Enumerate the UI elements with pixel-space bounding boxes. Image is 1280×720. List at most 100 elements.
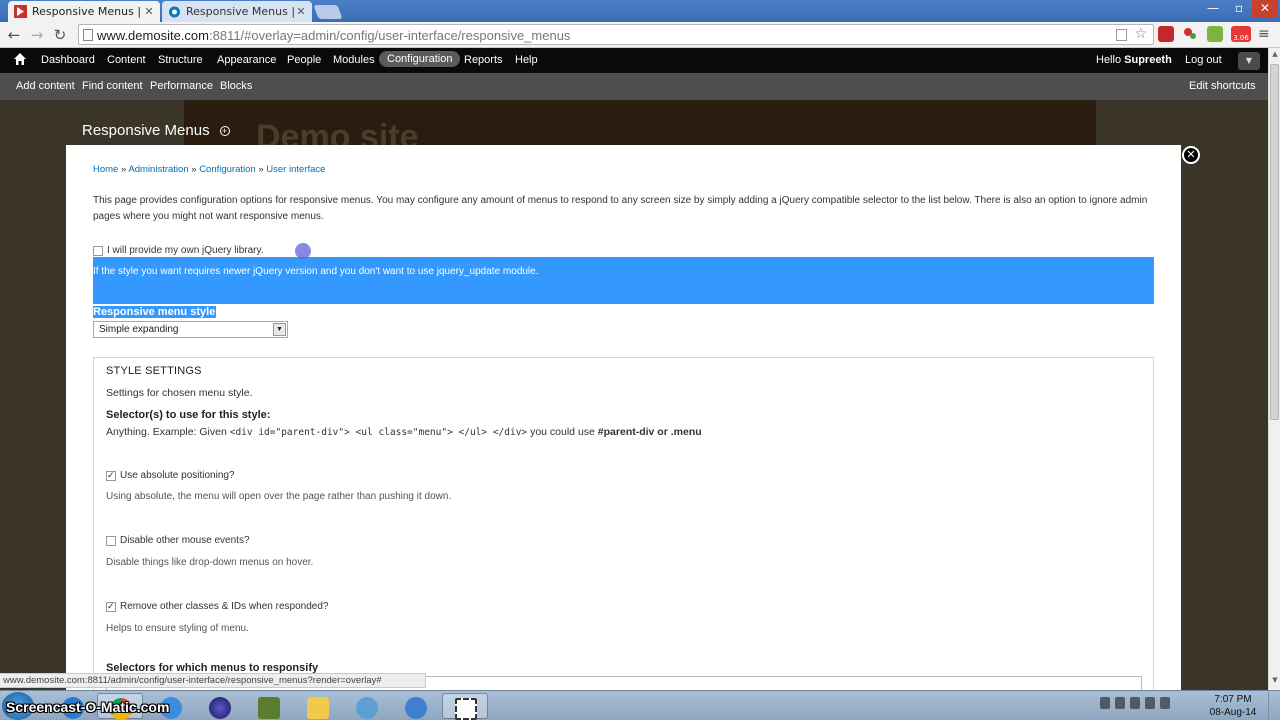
address-bar[interactable]: www.demosite.com:8811/#overlay=admin/con… — [78, 24, 1154, 45]
breadcrumb-user-interface[interactable]: User interface — [266, 164, 325, 175]
username[interactable]: Supreeth — [1124, 54, 1172, 66]
dropdown-arrow-icon[interactable]: ▼ — [273, 323, 286, 336]
breadcrumb-home[interactable]: Home — [93, 164, 118, 175]
link-status-bubble: www.demosite.com:8811/admin/config/user-… — [0, 673, 426, 688]
disable-mouse-events-label: Disable other mouse events? — [120, 535, 250, 546]
remove-classes-checkbox[interactable] — [106, 601, 116, 612]
taskbar-app[interactable] — [197, 693, 243, 719]
browser-tab-title: Responsive Menus | Drupal.org — [186, 5, 296, 18]
style-settings-legend: STYLE SETTINGS — [106, 365, 202, 377]
drupal-favicon-icon — [14, 5, 27, 18]
tray-arrow-icon[interactable] — [1100, 697, 1110, 709]
menu-style-select[interactable]: Simple expanding ▼ — [93, 321, 288, 338]
screencast-watermark: Screencast-O-Matic.com — [6, 699, 170, 715]
screen-capture-icon — [455, 698, 477, 720]
own-jquery-checkbox[interactable] — [93, 245, 103, 256]
shortcut-blocks[interactable]: Blocks — [220, 80, 252, 92]
taskbar-app[interactable] — [442, 693, 488, 720]
admin-menu-content[interactable]: Content — [107, 54, 146, 66]
browser-tab-title: Responsive Menus | Demo site — [32, 5, 144, 18]
taskbar-app[interactable] — [295, 693, 341, 719]
shortcut-find-content[interactable]: Find content — [82, 80, 143, 92]
clock-time: 7:07 PM — [1214, 694, 1252, 705]
selector-code-example: <div id="parent-div"> <ul class="menu"> … — [229, 427, 528, 438]
system-tray[interactable] — [1100, 697, 1200, 715]
admin-menu-configuration[interactable]: Configuration — [379, 51, 461, 67]
browser-tab-strip: Responsive Menus | Demo site ✕ Responsiv… — [0, 0, 1280, 22]
reload-icon[interactable]: ↻ — [50, 25, 70, 45]
shortcut-performance[interactable]: Performance — [150, 80, 213, 92]
admin-menu-appearance[interactable]: Appearance — [217, 54, 276, 66]
tool-icon — [258, 697, 280, 719]
new-tab-button[interactable] — [313, 5, 343, 19]
selector-label: Selector(s) to use for this style: — [106, 409, 271, 421]
absolute-positioning-label: Use absolute positioning? — [120, 470, 235, 481]
tray-flag-icon[interactable] — [1115, 697, 1125, 709]
tray-power-icon[interactable] — [1130, 697, 1140, 709]
menu-icon[interactable]: ≡ — [1258, 26, 1274, 42]
admin-menu-reports[interactable]: Reports — [464, 54, 503, 66]
remove-classes-description: Helps to ensure styling of menu. — [106, 623, 249, 634]
taskbar-app[interactable] — [246, 693, 292, 719]
admin-menu-help[interactable]: Help — [515, 54, 538, 66]
admin-menu-dashboard[interactable]: Dashboard — [41, 54, 95, 66]
scroll-down-arrow-icon[interactable]: ▼ — [1270, 676, 1280, 688]
absolute-positioning-row[interactable]: Use absolute positioning? — [106, 470, 235, 481]
shortcut-add-content[interactable]: Add content — [16, 80, 75, 92]
scroll-up-arrow-icon[interactable]: ▲ — [1270, 50, 1280, 62]
admin-toolbar: Dashboard Content Structure Appearance P… — [0, 48, 1268, 73]
admin-menu-modules[interactable]: Modules — [333, 54, 375, 66]
admin-menu-structure[interactable]: Structure — [158, 54, 203, 66]
shortcuts-bar: Add content Find content Performance Blo… — [0, 73, 1268, 100]
tray-volume-icon[interactable] — [1160, 697, 1170, 709]
overlay-panel: Home » Administration » Configuration » … — [66, 145, 1181, 690]
breadcrumb-administration[interactable]: Administration — [128, 164, 188, 175]
own-jquery-checkbox-row[interactable]: I will provide my own jQuery library. — [93, 245, 264, 256]
close-tab-icon[interactable]: ✕ — [296, 5, 306, 18]
folder-icon — [307, 697, 329, 719]
own-jquery-label: I will provide my own jQuery library. — [107, 245, 264, 256]
page-scrollbar[interactable]: ▲ ▼ — [1268, 48, 1280, 690]
minimize-button[interactable]: — — [1200, 0, 1226, 18]
forward-arrow-icon[interactable]: → — [27, 25, 47, 45]
remove-classes-row[interactable]: Remove other classes & IDs when responde… — [106, 601, 328, 612]
admin-menu-people[interactable]: People — [287, 54, 321, 66]
scrollbar-thumb[interactable] — [1270, 64, 1279, 420]
show-desktop-button[interactable] — [1268, 692, 1280, 720]
edit-shortcuts-link[interactable]: Edit shortcuts — [1189, 80, 1256, 92]
disable-mouse-events-checkbox[interactable] — [106, 535, 116, 546]
style-settings-intro: Settings for chosen menu style. — [106, 387, 253, 399]
clock-date: 08-Aug-14 — [1209, 707, 1257, 718]
taskbar-clock[interactable]: 7:07 PM 08-Aug-14 — [1204, 693, 1262, 719]
absolute-positioning-checkbox[interactable] — [106, 470, 116, 481]
taskbar-app[interactable] — [393, 693, 439, 719]
bookmark-star-icon[interactable]: ☆ — [1134, 26, 1147, 42]
menu-style-value: Simple expanding — [99, 324, 179, 335]
extension-icon[interactable] — [1207, 26, 1223, 42]
taskbar-app[interactable] — [344, 693, 390, 719]
page-action-icon[interactable] — [1116, 29, 1127, 41]
breadcrumb-configuration[interactable]: Configuration — [199, 164, 256, 175]
address-url: www.demosite.com:8811/#overlay=admin/con… — [97, 28, 571, 43]
disable-mouse-events-row[interactable]: Disable other mouse events? — [106, 535, 250, 546]
extension-dots-icon[interactable] — [1182, 26, 1198, 42]
disable-mouse-events-description: Disable things like drop-down menus on h… — [106, 557, 314, 568]
eclipse-icon — [209, 697, 231, 719]
close-tab-icon[interactable]: ✕ — [144, 5, 154, 18]
network-icon — [356, 697, 378, 719]
maximize-button[interactable]: ▫ — [1226, 0, 1252, 18]
back-arrow-icon[interactable]: ← — [4, 25, 24, 45]
extension-icon[interactable] — [1158, 26, 1174, 42]
logout-link[interactable]: Log out — [1185, 54, 1222, 66]
browser-tab-active[interactable]: Responsive Menus | Demo site ✕ — [8, 1, 160, 22]
extension-badge-icon[interactable]: 3.06 — [1231, 26, 1251, 42]
browser-tab-inactive[interactable]: Responsive Menus | Drupal.org ✕ — [162, 1, 312, 22]
own-jquery-description: If the style you want requires newer jQu… — [93, 266, 539, 277]
breadcrumb: Home » Administration » Configuration » … — [93, 164, 326, 175]
shortcuts-toggle-icon[interactable]: ▼ — [1238, 52, 1260, 70]
tray-network-icon[interactable] — [1145, 697, 1155, 709]
home-icon[interactable] — [13, 52, 27, 66]
window-close-button[interactable]: ✕ — [1252, 0, 1278, 18]
close-overlay-icon[interactable]: ✕ — [1182, 146, 1200, 164]
add-shortcut-icon[interactable]: + — [219, 126, 230, 137]
